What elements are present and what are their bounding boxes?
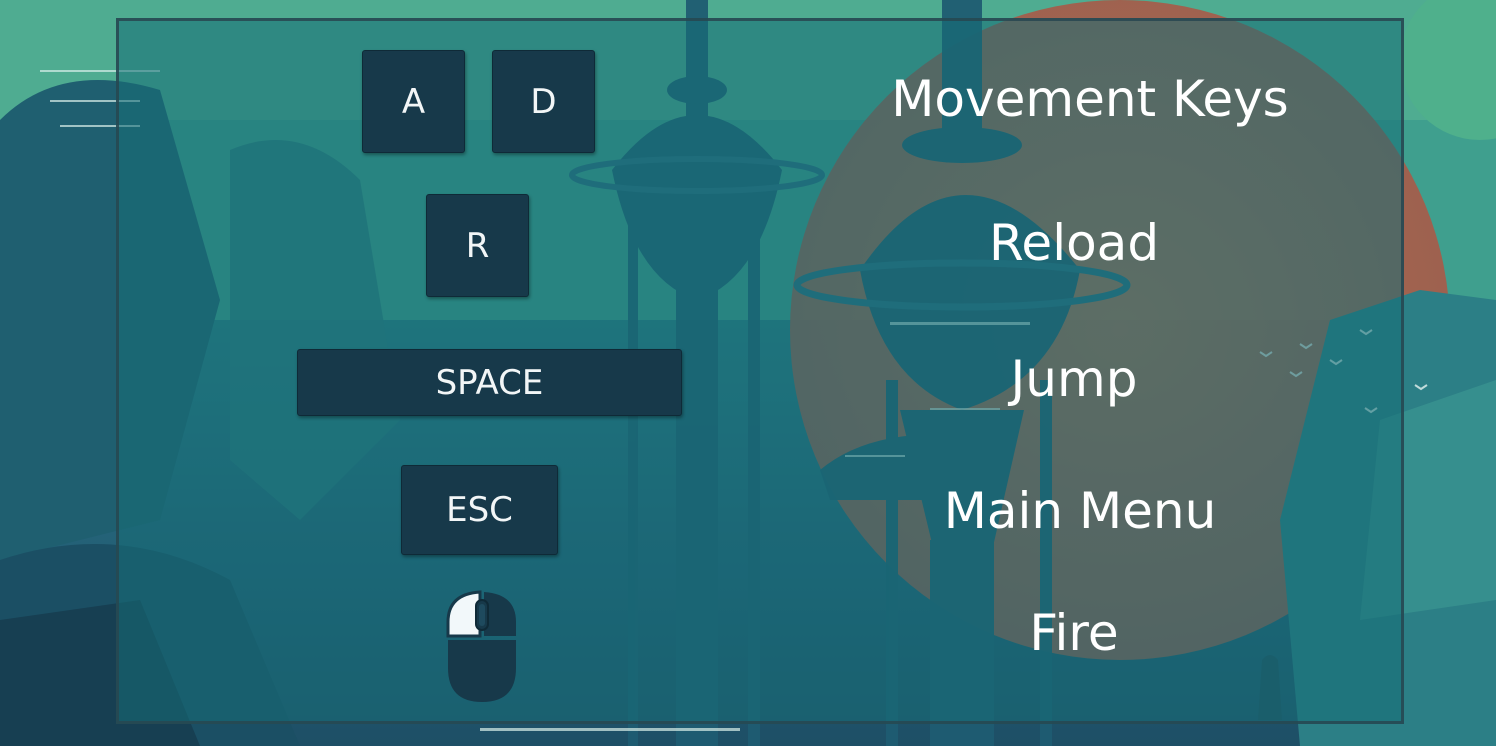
key-space: SPACE (297, 349, 682, 416)
action-label-fire: Fire (1029, 604, 1119, 662)
action-label-movement: Movement Keys (891, 70, 1289, 128)
key-d: D (492, 50, 595, 153)
action-label-reload: Reload (988, 214, 1160, 272)
action-label-main-menu: Main Menu (943, 482, 1217, 540)
action-label-jump: Jump (1010, 350, 1138, 408)
key-esc: ESC (401, 465, 558, 555)
key-r: R (426, 194, 529, 297)
key-a: A (362, 50, 465, 153)
mouse-left-click-icon (446, 590, 516, 702)
